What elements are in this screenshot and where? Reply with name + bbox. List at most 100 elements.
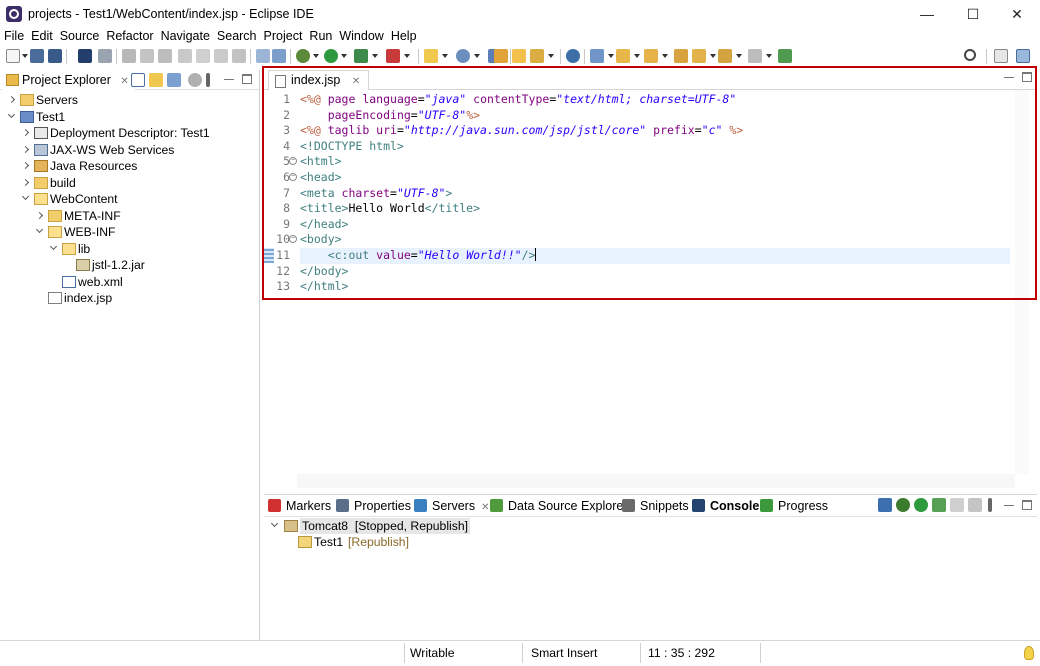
tab-properties[interactable]: Properties	[336, 498, 411, 516]
previous-annotation-icon[interactable]	[644, 49, 658, 63]
open-task-icon[interactable]	[530, 49, 544, 63]
new-java-project-icon[interactable]	[424, 49, 438, 63]
menu-help[interactable]: Help	[387, 28, 420, 46]
chevron-down-icon[interactable]	[7, 110, 16, 118]
disconnect-icon[interactable]	[178, 49, 192, 63]
tab-console[interactable]: Console	[692, 498, 759, 516]
suspend-icon[interactable]	[140, 49, 154, 63]
tab-snippets[interactable]: Snippets	[622, 498, 689, 516]
chevron-down-icon[interactable]	[270, 519, 279, 528]
tab-progress[interactable]: Progress	[760, 498, 828, 516]
quick-access-search-icon[interactable]	[964, 49, 976, 61]
coverage-dropdown-icon[interactable]	[372, 54, 378, 58]
save-all-icon[interactable]	[48, 49, 62, 63]
new-project-dropdown-icon[interactable]	[442, 54, 448, 58]
view-menu-icon[interactable]	[988, 498, 992, 512]
menu-edit[interactable]: Edit	[27, 28, 56, 46]
web-browser-icon[interactable]	[566, 49, 580, 63]
forward-dropdown-icon[interactable]	[766, 54, 772, 58]
horizontal-scrollbar[interactable]	[297, 474, 1015, 488]
chevron-down-icon[interactable]	[35, 225, 44, 234]
servers-toolbar-icon[interactable]	[878, 498, 892, 512]
menu-window[interactable]: Window	[335, 28, 386, 46]
close-icon[interactable]: ✕	[481, 502, 489, 513]
profile-server-icon[interactable]	[932, 498, 946, 512]
forward-edit-icon[interactable]	[692, 49, 706, 63]
minimize-icon[interactable]	[224, 74, 234, 80]
stop-server-icon[interactable]	[950, 498, 964, 512]
search-dropdown-icon[interactable]	[608, 54, 614, 58]
step-return-icon[interactable]	[232, 49, 246, 63]
build-icon[interactable]	[272, 49, 286, 63]
focus-on-task-icon[interactable]	[188, 73, 202, 87]
terminate-icon[interactable]	[158, 49, 172, 63]
menu-refactor[interactable]: Refactor	[102, 28, 156, 46]
menu-search[interactable]: Search	[213, 28, 260, 46]
chevron-right-icon[interactable]	[21, 145, 30, 153]
close-icon[interactable]: ✕	[120, 76, 128, 87]
maximize-icon[interactable]	[242, 74, 252, 84]
previous-annotation-dropdown-icon[interactable]	[662, 54, 668, 58]
run-icon[interactable]	[324, 49, 338, 63]
maximize-icon[interactable]	[1022, 500, 1032, 510]
chevron-right-icon[interactable]	[21, 128, 30, 137]
external-tools-dropdown-icon[interactable]	[404, 54, 410, 58]
back-icon[interactable]	[718, 49, 732, 63]
new-server-dropdown-icon[interactable]	[474, 54, 480, 58]
tab-data-source-explorer[interactable]: Data Source Explorer	[490, 498, 628, 516]
new-server-icon[interactable]	[456, 49, 470, 63]
publish-icon[interactable]	[968, 498, 982, 512]
menu-file[interactable]: File	[0, 28, 27, 46]
close-button[interactable]: ✕	[994, 0, 1040, 28]
run-dropdown-icon[interactable]	[341, 54, 347, 58]
chevron-right-icon[interactable]	[21, 178, 30, 186]
tab-servers[interactable]: Servers ✕	[414, 498, 490, 516]
menu-run[interactable]: Run	[305, 28, 335, 46]
next-annotation-icon[interactable]	[616, 49, 630, 63]
save-icon[interactable]	[30, 49, 44, 63]
search-icon[interactable]	[590, 49, 604, 63]
maximize-button[interactable]: ☐	[950, 0, 996, 28]
back-dropdown-icon[interactable]	[736, 54, 742, 58]
minimize-icon[interactable]	[1004, 500, 1014, 506]
external-tools-icon[interactable]	[386, 49, 400, 63]
step-into-icon[interactable]	[196, 49, 210, 63]
tab-project-explorer[interactable]: Project Explorer ✕	[2, 70, 135, 90]
new-icon[interactable]	[6, 49, 20, 63]
collapse-all-icon[interactable]	[131, 73, 145, 87]
start-server-debug-icon[interactable]	[896, 498, 910, 512]
edit-location-dropdown-icon[interactable]	[710, 54, 716, 58]
resume-icon[interactable]	[122, 49, 136, 63]
filter-icon[interactable]	[167, 73, 181, 87]
open-perspective-icon[interactable]	[994, 49, 1008, 63]
step-over-icon[interactable]	[214, 49, 228, 63]
start-server-icon[interactable]	[914, 498, 928, 512]
next-annotation-dropdown-icon[interactable]	[634, 54, 640, 58]
coverage-icon[interactable]	[354, 49, 368, 63]
chevron-right-icon[interactable]	[21, 161, 30, 170]
open-folder-icon[interactable]	[512, 49, 526, 63]
menu-source[interactable]: Source	[56, 28, 103, 46]
use-step-filters-icon[interactable]	[256, 49, 270, 63]
open-type-icon[interactable]	[494, 49, 508, 63]
forward-icon[interactable]	[748, 49, 762, 63]
skip-breakpoints-icon[interactable]	[98, 49, 112, 63]
chevron-down-icon[interactable]	[49, 242, 58, 250]
pin-editor-icon[interactable]	[778, 49, 792, 63]
terminal-icon[interactable]	[78, 49, 92, 63]
lightbulb-icon[interactable]	[1024, 646, 1034, 660]
last-edit-location-icon[interactable]	[674, 49, 688, 63]
debug-dropdown-icon[interactable]	[313, 54, 319, 58]
menu-project[interactable]: Project	[260, 28, 306, 46]
view-menu-icon[interactable]	[206, 73, 210, 87]
java-ee-perspective-icon[interactable]	[1016, 49, 1030, 63]
new-dropdown-icon[interactable]	[22, 54, 28, 58]
chevron-down-icon[interactable]	[21, 192, 30, 201]
debug-icon[interactable]	[296, 49, 310, 63]
tab-markers[interactable]: Markers	[268, 498, 331, 516]
link-with-editor-icon[interactable]	[149, 73, 163, 87]
chevron-right-icon[interactable]	[35, 211, 44, 219]
open-task-dropdown-icon[interactable]	[548, 54, 554, 58]
minimize-button[interactable]: —	[904, 0, 950, 28]
chevron-right-icon[interactable]	[7, 95, 16, 104]
